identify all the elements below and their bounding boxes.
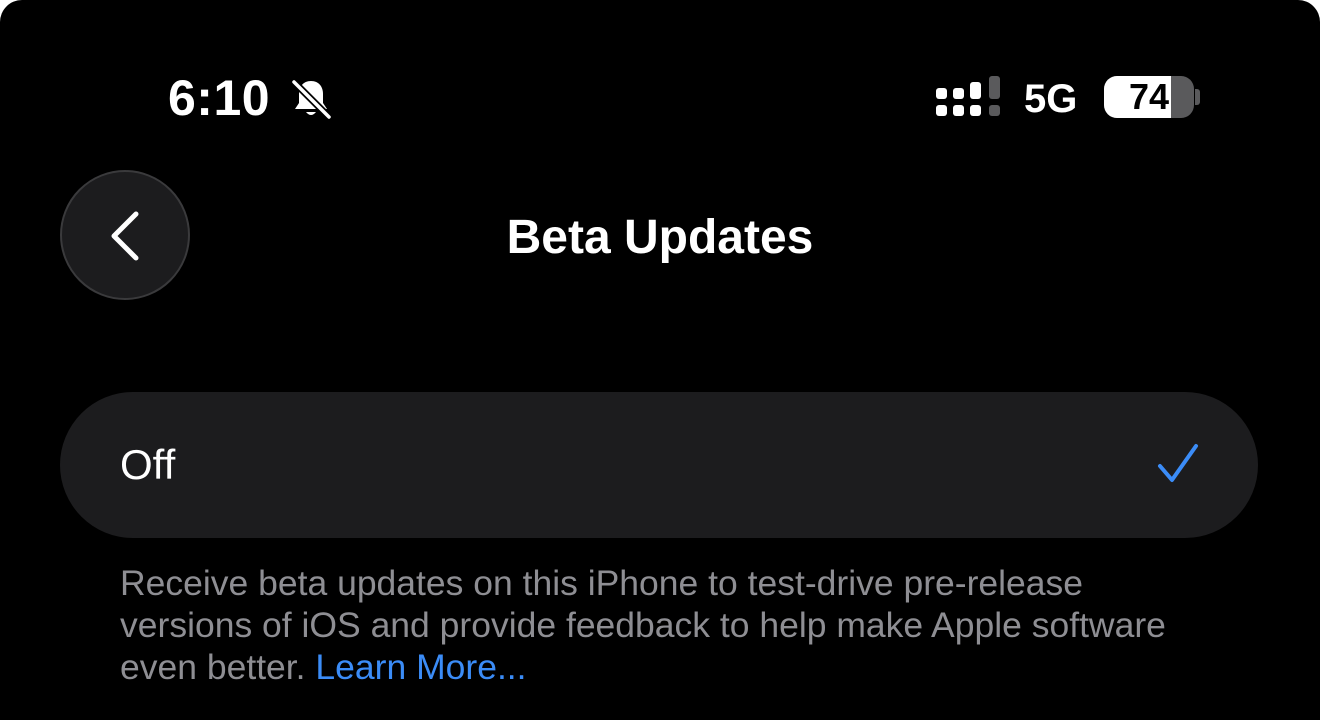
checkmark-icon xyxy=(1158,444,1198,482)
beta-updates-screen: 6:10 5G 74 Beta Updates Off Receive beta… xyxy=(0,0,1320,720)
page-title: Beta Updates xyxy=(506,211,814,264)
cellular-signal-icon xyxy=(936,76,1000,116)
beta-updates-description: Receive beta updates on this iPhone to t… xyxy=(120,562,1220,688)
bell-slash-icon xyxy=(290,78,333,121)
battery-icon: 74 xyxy=(1104,76,1194,118)
battery-terminal xyxy=(1195,89,1200,105)
battery-percent: 74 xyxy=(1128,76,1170,117)
option-label: Off xyxy=(120,441,176,488)
description-text: Receive beta updates on this iPhone to t… xyxy=(120,563,1166,687)
network-type: 5G xyxy=(1024,77,1078,121)
learn-more-link[interactable]: Learn More... xyxy=(315,647,526,687)
option-row-off[interactable]: Off xyxy=(60,392,1258,538)
status-time: 6:10 xyxy=(168,70,271,126)
